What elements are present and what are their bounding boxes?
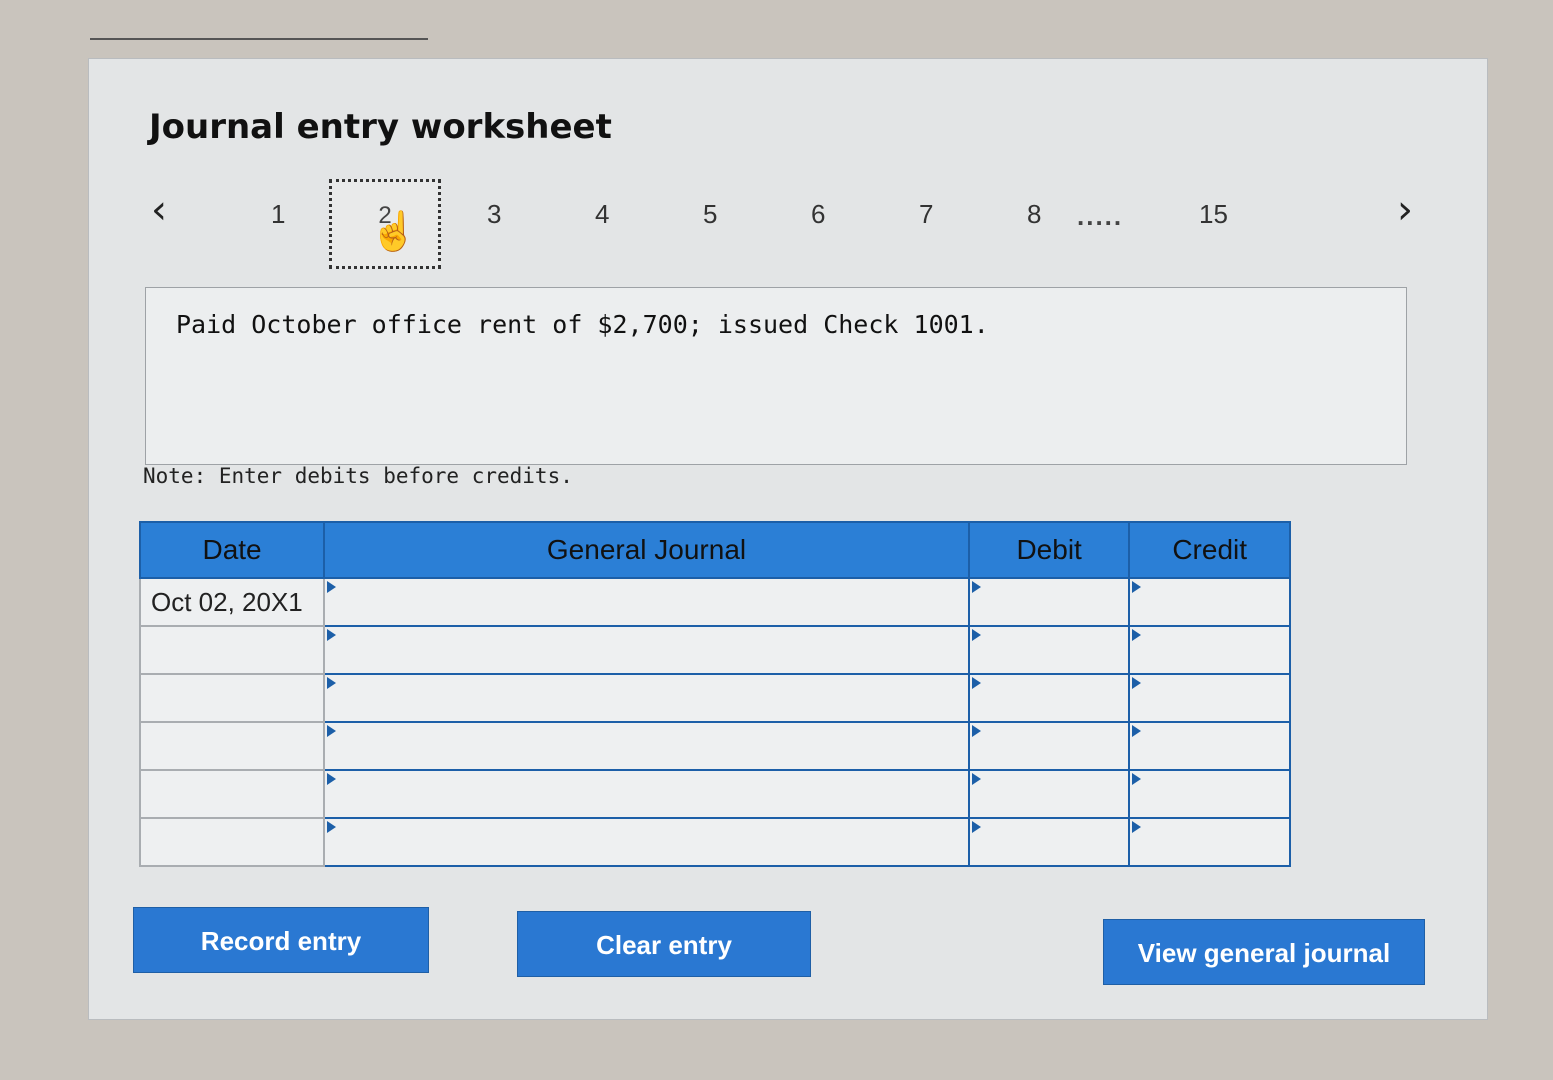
credit-input[interactable] xyxy=(1128,769,1291,819)
page-8[interactable]: 8 xyxy=(1027,199,1041,230)
credit-input[interactable] xyxy=(1128,577,1291,627)
table-row xyxy=(138,769,1291,819)
transaction-box: Paid October office rent of $2,700; issu… xyxy=(145,287,1407,465)
page-1[interactable]: 1 xyxy=(271,199,285,230)
top-divider xyxy=(90,38,428,40)
table-row xyxy=(138,625,1291,675)
account-input[interactable] xyxy=(323,769,970,819)
record-entry-button[interactable]: Record entry xyxy=(133,907,429,973)
credit-input[interactable] xyxy=(1128,673,1291,723)
page-4[interactable]: 4 xyxy=(595,199,609,230)
pager-ellipsis: ..... xyxy=(1077,201,1124,231)
header-general-journal: General Journal xyxy=(323,521,970,579)
date-cell xyxy=(138,769,326,819)
worksheet-title: Journal entry worksheet xyxy=(149,107,612,147)
debit-input[interactable] xyxy=(967,577,1131,627)
credit-input[interactable] xyxy=(1128,817,1291,867)
date-cell xyxy=(138,673,326,723)
page-2-current[interactable]: 2 ☝ xyxy=(329,179,441,269)
header-debit: Debit xyxy=(967,521,1131,579)
table-row xyxy=(138,721,1291,771)
table-row xyxy=(138,817,1291,867)
account-input[interactable] xyxy=(323,625,970,675)
hand-pointer-icon: ☝ xyxy=(370,211,418,253)
date-cell xyxy=(138,721,326,771)
debit-input[interactable] xyxy=(967,721,1131,771)
account-input[interactable] xyxy=(323,817,970,867)
journal-table: Date General Journal Debit Credit Oct 02… xyxy=(138,521,1291,867)
entry-pager: ‹ 1 2 ☝ 3 4 5 6 7 8 ..... 15 › xyxy=(147,179,1427,269)
credit-input[interactable] xyxy=(1128,721,1291,771)
account-input[interactable] xyxy=(323,673,970,723)
debit-input[interactable] xyxy=(967,673,1131,723)
debit-input[interactable] xyxy=(967,817,1131,867)
account-input[interactable] xyxy=(323,577,970,627)
clear-entry-button[interactable]: Clear entry xyxy=(517,911,811,977)
header-date: Date xyxy=(138,521,326,579)
table-row xyxy=(138,673,1291,723)
page-5[interactable]: 5 xyxy=(703,199,717,230)
credit-input[interactable] xyxy=(1128,625,1291,675)
entry-note: Note: Enter debits before credits. xyxy=(143,464,573,488)
page-3[interactable]: 3 xyxy=(487,199,501,230)
date-cell xyxy=(138,817,326,867)
view-general-journal-button[interactable]: View general journal xyxy=(1103,919,1425,985)
header-credit: Credit xyxy=(1128,521,1291,579)
worksheet-panel: Journal entry worksheet ‹ 1 2 ☝ 3 4 5 6 … xyxy=(88,58,1488,1020)
account-input[interactable] xyxy=(323,721,970,771)
prev-arrow-icon[interactable]: ‹ xyxy=(151,187,167,233)
page-6[interactable]: 6 xyxy=(811,199,825,230)
date-cell xyxy=(138,625,326,675)
date-cell: Oct 02, 20X1 xyxy=(138,577,326,627)
debit-input[interactable] xyxy=(967,625,1131,675)
page-7[interactable]: 7 xyxy=(919,199,933,230)
table-row: Oct 02, 20X1 xyxy=(138,577,1291,627)
transaction-text: Paid October office rent of $2,700; issu… xyxy=(176,310,989,339)
debit-input[interactable] xyxy=(967,769,1131,819)
page-15[interactable]: 15 xyxy=(1199,199,1228,230)
next-arrow-icon[interactable]: › xyxy=(1397,187,1413,233)
